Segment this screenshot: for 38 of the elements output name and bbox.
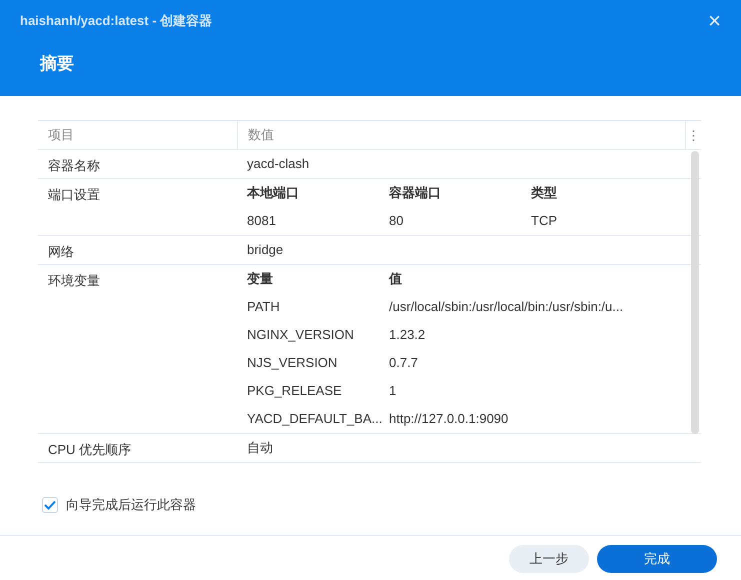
table-cell-text: PATH (247, 298, 281, 316)
page-heading: 摘要 (40, 53, 75, 75)
column-header: 容器端口 (389, 184, 442, 202)
table-cell-text: 0.7.7 (389, 354, 419, 372)
value-text: bridge (247, 241, 284, 259)
table-cell-text: 80 (389, 212, 404, 230)
table-cell-text: http://127.0.0.1:9090 (389, 410, 510, 428)
column-header: 本地端口 (247, 184, 300, 202)
table-cell-text: YACD_DEFAULT_BA... (247, 410, 384, 428)
checkbox-label: 向导完成后运行此容器 (66, 496, 196, 514)
item-label: 容器名称 (47, 157, 101, 175)
scrollbar[interactable] (691, 151, 699, 434)
column-header: 项目 (47, 126, 75, 144)
table-cell-text: 1 (389, 382, 398, 400)
checkbox[interactable] (42, 497, 58, 513)
column-header: 数值 (237, 121, 685, 149)
item-label: 端口设置 (47, 186, 101, 204)
column-header: 值 (389, 270, 403, 288)
check-icon (44, 500, 56, 510)
column-header: 变量 (247, 270, 274, 288)
table-cell-text: /usr/local/sbin:/usr/local/bin:/usr/sbin:/u... (389, 298, 624, 316)
table-cell-text: TCP (531, 212, 558, 230)
column-header: 类型 (531, 184, 558, 202)
table-cell-text: NJS_VERSION (247, 354, 338, 372)
table-cell-text: 8081 (247, 212, 277, 230)
item-label: 网络 (47, 243, 75, 261)
value-text: yacd-clash (247, 155, 310, 173)
table-cell-text: 1.23.2 (389, 326, 426, 344)
table-cell-text: PKG_RELEASE (247, 382, 343, 400)
close-button[interactable]: × (708, 13, 721, 29)
column-menu-button[interactable]: ⋮ (685, 121, 701, 149)
finish-button[interactable]: 完成 (597, 545, 717, 573)
item-label: 环境变量 (47, 272, 101, 290)
window-title: haishanh/yacd:latest - 创建容器 (20, 12, 212, 30)
item-label: CPU 优先顺序 (47, 441, 132, 459)
back-button[interactable]: 上一步 (509, 545, 589, 573)
table-cell-text: NGINX_VERSION (247, 326, 355, 344)
value-text: 自动 (247, 439, 274, 457)
